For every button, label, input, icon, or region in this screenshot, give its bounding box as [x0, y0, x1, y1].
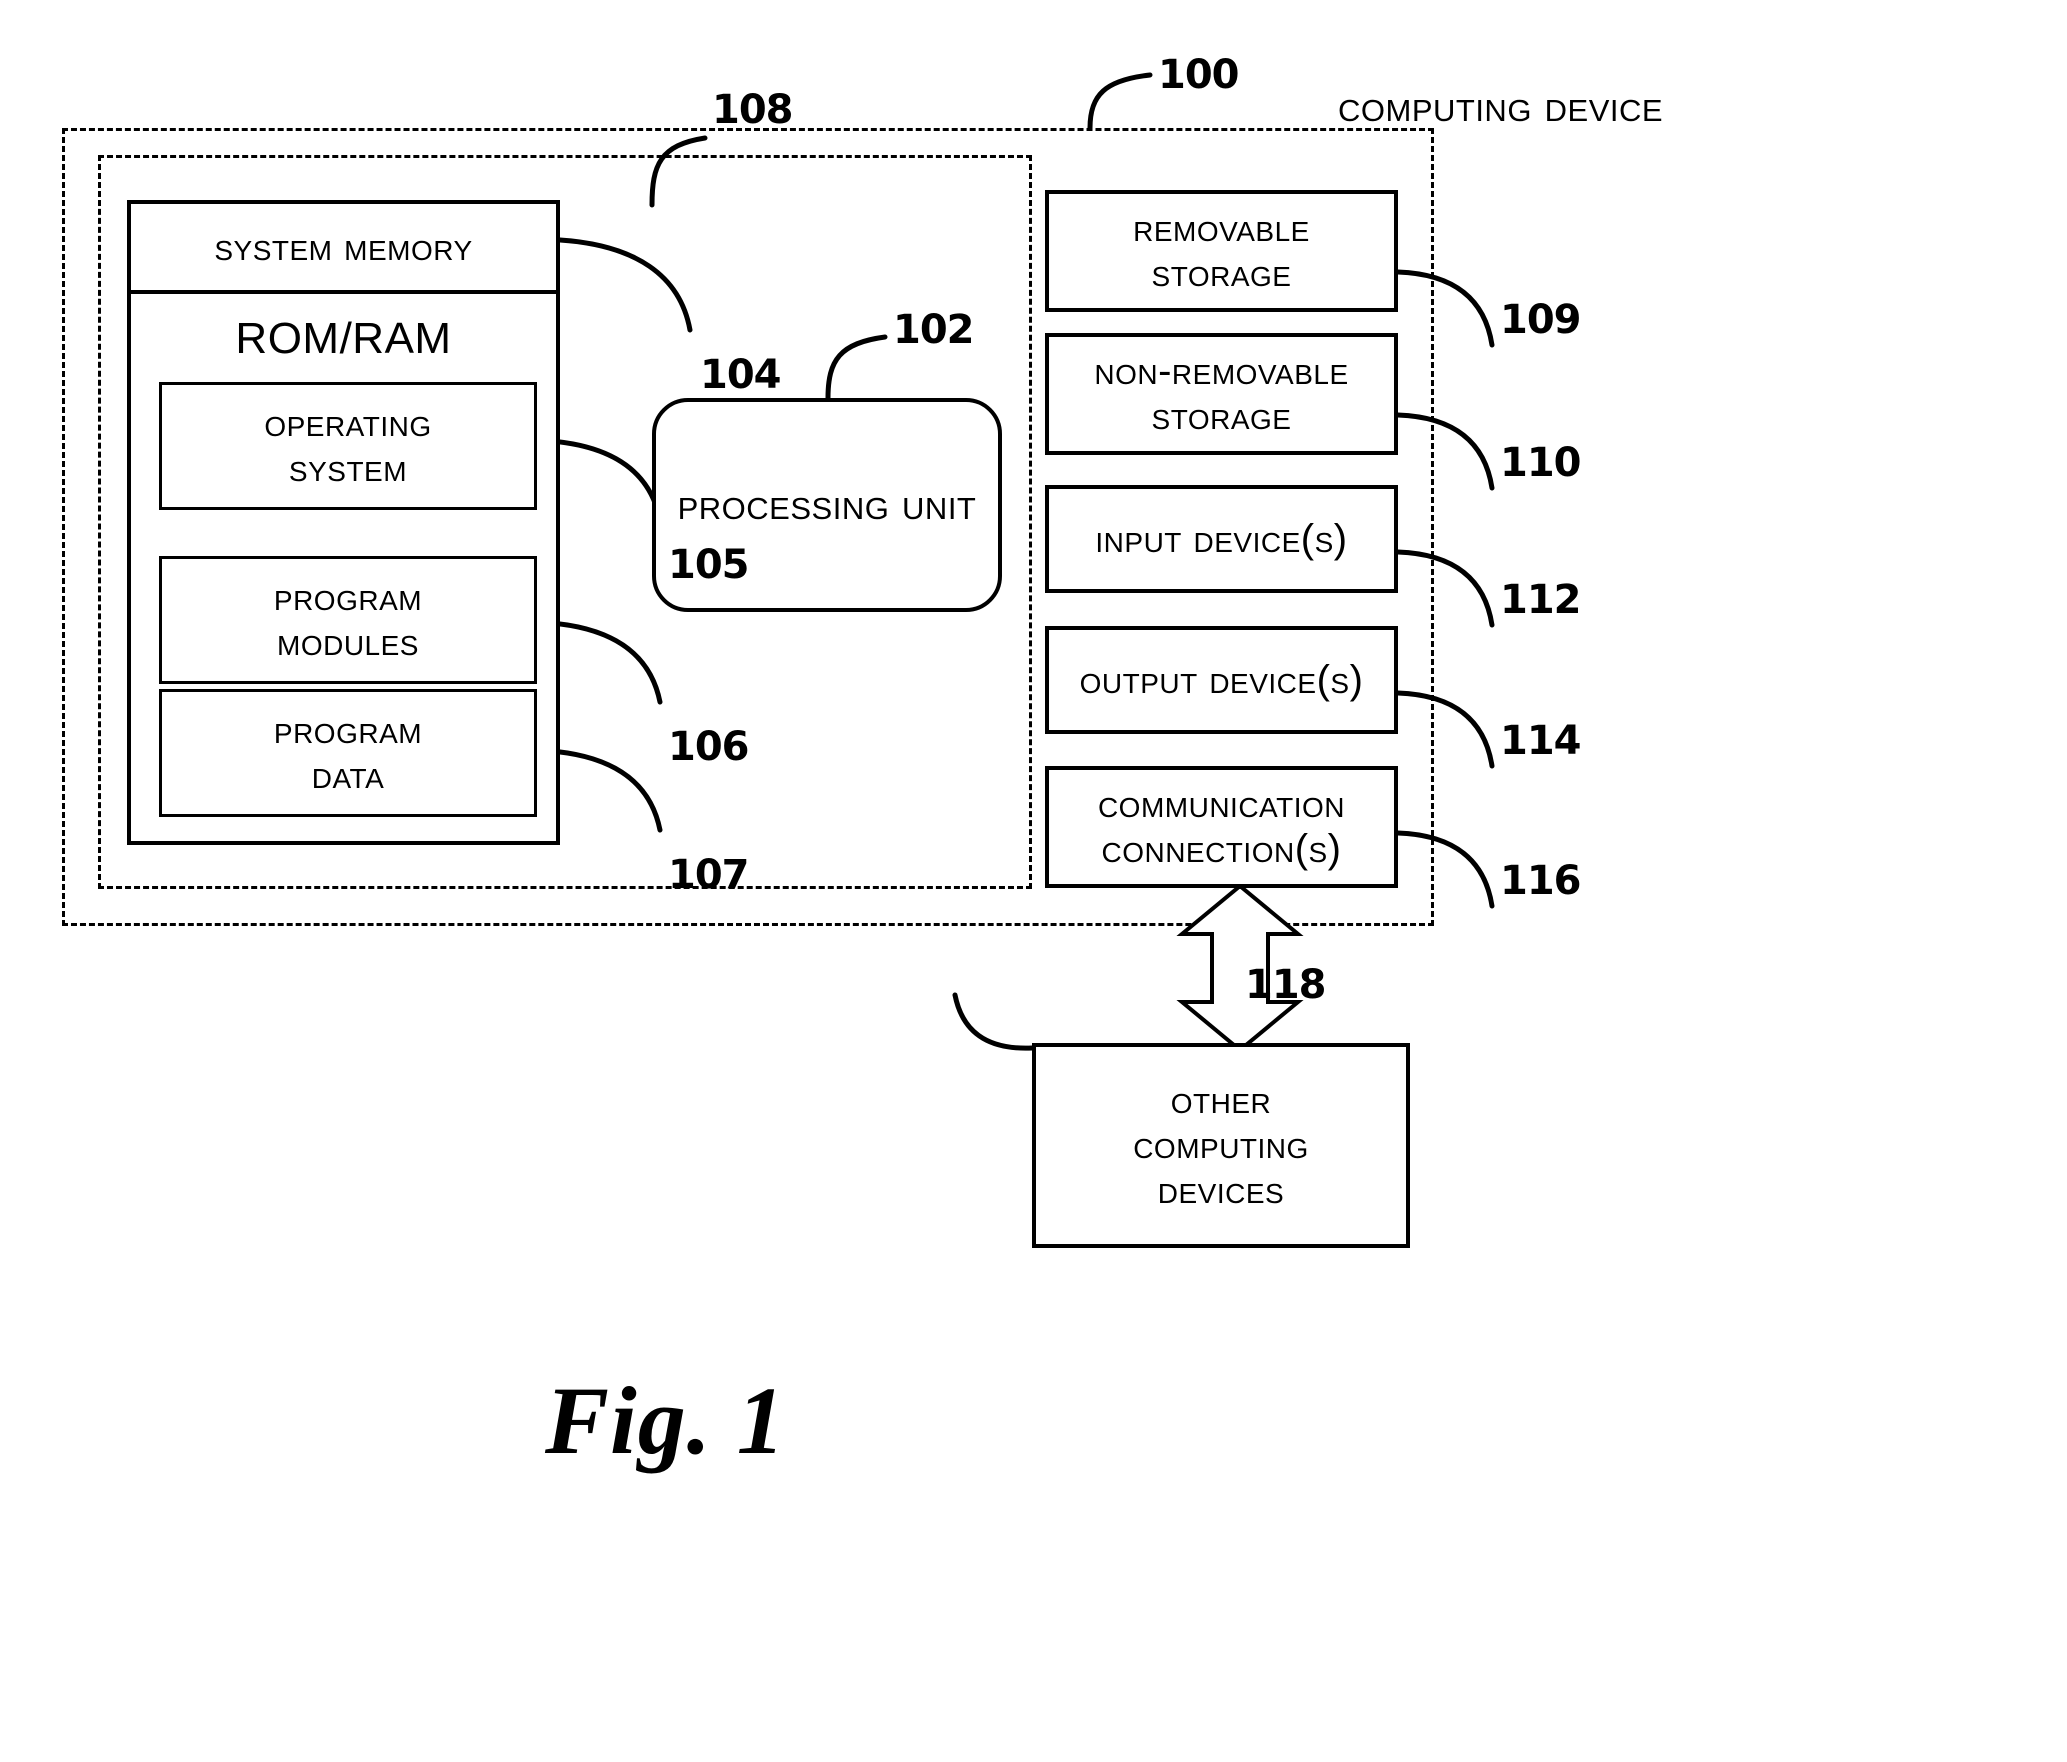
system-memory-box: SYSTEM MEMORY ROM/RAM OPERATING SYSTEM P…: [127, 200, 560, 845]
figure-caption: Fig. 1: [545, 1367, 786, 1474]
reference-numeral-105: 105: [668, 542, 749, 588]
computing-device-label: COMPUTING DEVICE: [1338, 82, 1664, 131]
program-modules-box: PROGRAM MODULES: [159, 556, 537, 684]
reference-numeral-104: 104: [700, 352, 781, 398]
non-removable-storage-line-1: NON-REMOVABLE: [1094, 349, 1349, 394]
reference-numeral-107: 107: [668, 852, 749, 898]
input-devices-label: INPUT DEVICE(S): [1095, 516, 1348, 561]
reference-numeral-112: 112: [1500, 577, 1581, 623]
removable-storage-line-1: REMOVABLE: [1133, 206, 1310, 251]
reference-numeral-118: 118: [1245, 962, 1326, 1008]
communication-connections-box: COMMUNICATION CONNECTION(S): [1045, 766, 1398, 888]
program-data-line-2: DATA: [311, 753, 385, 797]
communication-connections-line-2: CONNECTION(S): [1101, 827, 1342, 871]
program-data-box: PROGRAM DATA: [159, 689, 537, 817]
input-devices-box: INPUT DEVICE(S): [1045, 485, 1398, 593]
reference-numeral-106: 106: [668, 724, 749, 770]
removable-storage-box: REMOVABLE STORAGE: [1045, 190, 1398, 312]
reference-numeral-102: 102: [893, 307, 974, 353]
reference-numeral-100: 100: [1158, 52, 1239, 98]
reference-numeral-108: 108: [712, 87, 793, 133]
output-devices-box: OUTPUT DEVICE(S): [1045, 626, 1398, 734]
operating-system-line-2: SYSTEM: [288, 446, 408, 490]
other-computing-devices-box: OTHER COMPUTING DEVICES: [1032, 1043, 1410, 1248]
program-modules-line-1: PROGRAM: [273, 575, 423, 620]
program-data-line-1: PROGRAM: [273, 708, 423, 753]
reference-numeral-109: 109: [1500, 297, 1581, 343]
output-devices-label: OUTPUT DEVICE(S): [1079, 657, 1364, 702]
other-computing-devices-line-1: OTHER: [1170, 1078, 1272, 1123]
operating-system-line-1: OPERATING: [264, 401, 432, 446]
operating-system-box: OPERATING SYSTEM: [159, 382, 537, 510]
communication-connections-line-1: COMMUNICATION: [1097, 782, 1346, 827]
reference-numeral-116: 116: [1500, 858, 1581, 904]
non-removable-storage-line-2: STORAGE: [1151, 394, 1292, 438]
processing-unit-label: PROCESSING UNIT: [677, 480, 977, 530]
reference-numeral-110: 110: [1500, 440, 1581, 486]
non-removable-storage-box: NON-REMOVABLE STORAGE: [1045, 333, 1398, 455]
removable-storage-line-2: STORAGE: [1151, 251, 1292, 295]
system-memory-title: SYSTEM MEMORY: [131, 204, 556, 294]
patent-figure-1: COMPUTING DEVICE SYSTEM MEMORY ROM/RAM O…: [0, 0, 2067, 1762]
rom-ram-label: ROM/RAM: [235, 314, 452, 364]
program-modules-line-2: MODULES: [277, 620, 419, 664]
other-computing-devices-line-2: COMPUTING: [1133, 1123, 1309, 1168]
reference-numeral-114: 114: [1500, 718, 1581, 764]
other-computing-devices-line-3: DEVICES: [1157, 1167, 1285, 1212]
